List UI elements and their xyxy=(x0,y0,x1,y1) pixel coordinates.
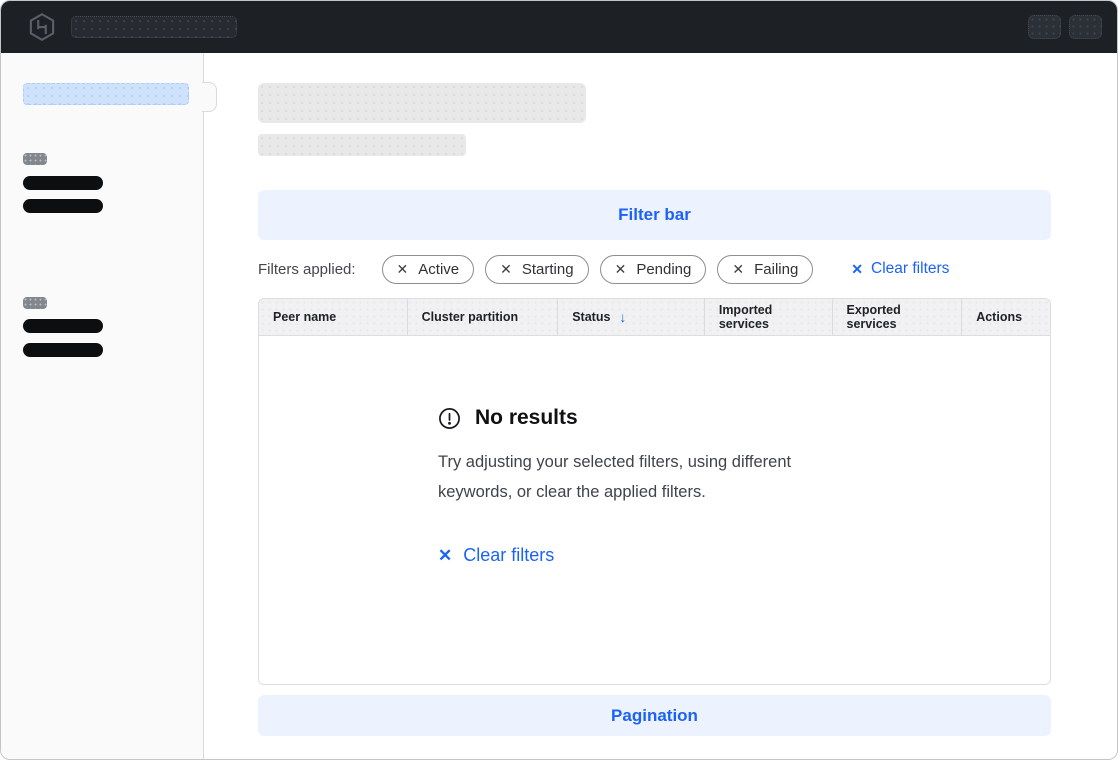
sort-descending-icon[interactable]: ↓ xyxy=(619,309,626,325)
page-title-skeleton xyxy=(258,83,586,123)
empty-state-description: Try adjusting your selected filters, usi… xyxy=(438,447,854,507)
sidebar-toggle-handle[interactable] xyxy=(202,82,217,112)
chip-dismiss-icon[interactable]: ✕ xyxy=(397,262,409,276)
main-content: Filter bar Filters applied: ✕ Active ✕ S… xyxy=(204,53,1117,759)
chip-dismiss-icon[interactable]: ✕ xyxy=(732,262,744,276)
sidebar xyxy=(1,53,204,759)
chip-label: Failing xyxy=(754,261,798,278)
filters-applied-label: Filters applied: xyxy=(258,261,356,278)
column-header-cluster-partition[interactable]: Cluster partition xyxy=(408,299,559,335)
clear-filters-icon: ✕ xyxy=(851,262,863,276)
clear-filters-label: Clear filters xyxy=(463,545,554,566)
chip-dismiss-icon[interactable]: ✕ xyxy=(500,262,512,276)
hashicorp-logo-icon xyxy=(27,12,57,42)
filter-chip-failing[interactable]: ✕ Failing xyxy=(717,255,813,284)
navbar-search-placeholder[interactable] xyxy=(71,16,237,38)
sidebar-section-label-skeleton xyxy=(23,153,47,165)
sidebar-selected-item[interactable] xyxy=(23,83,189,105)
column-header-imported-services[interactable]: Imported services xyxy=(705,299,833,335)
sidebar-nav-item-skeleton[interactable] xyxy=(23,199,103,213)
filter-bar-label: Filter bar xyxy=(618,205,691,225)
app-window: Filter bar Filters applied: ✕ Active ✕ S… xyxy=(0,0,1118,760)
filter-chip-starting[interactable]: ✕ Starting xyxy=(485,255,588,284)
filters-applied-row: Filters applied: ✕ Active ✕ Starting ✕ P… xyxy=(258,254,1051,284)
filter-chip-active[interactable]: ✕ Active xyxy=(382,255,475,284)
navbar-action-placeholder-2[interactable] xyxy=(1069,15,1102,39)
clear-filters-label: Clear filters xyxy=(871,260,949,278)
table-header-row: Peer name Cluster partition Status ↓ Imp… xyxy=(259,299,1050,336)
empty-state-title: No results xyxy=(475,406,578,430)
navbar-action-placeholder-1[interactable] xyxy=(1028,15,1061,39)
chip-label: Starting xyxy=(522,261,574,278)
empty-state-clear-filters-link[interactable]: ✕ Clear filters xyxy=(438,545,554,566)
sidebar-nav-item-skeleton[interactable] xyxy=(23,343,103,357)
clear-filters-icon: ✕ xyxy=(438,547,452,564)
column-header-actions: Actions xyxy=(962,299,1050,335)
column-header-peer-name[interactable]: Peer name xyxy=(259,299,408,335)
chip-label: Active xyxy=(418,261,459,278)
chip-label: Pending xyxy=(636,261,691,278)
pagination-label: Pagination xyxy=(611,706,698,726)
lower-area: Filter bar Filters applied: ✕ Active ✕ S… xyxy=(1,53,1117,759)
table-body-empty-state: No results Try adjusting your selected f… xyxy=(259,336,1050,684)
pagination-placeholder: Pagination xyxy=(258,695,1051,736)
sidebar-nav-item-skeleton[interactable] xyxy=(23,319,103,333)
filter-bar-placeholder: Filter bar xyxy=(258,190,1051,240)
column-header-exported-services[interactable]: Exported services xyxy=(833,299,963,335)
navbar-actions xyxy=(1028,15,1102,39)
chip-dismiss-icon[interactable]: ✕ xyxy=(615,262,627,276)
empty-state-header: No results xyxy=(438,406,1050,430)
sidebar-section-label-skeleton xyxy=(23,297,47,309)
top-navbar xyxy=(1,1,1117,53)
peers-table: Peer name Cluster partition Status ↓ Imp… xyxy=(258,298,1051,685)
column-header-status[interactable]: Status ↓ xyxy=(558,299,705,335)
alert-circle-icon xyxy=(438,407,461,430)
sidebar-nav-item-skeleton[interactable] xyxy=(23,176,103,190)
filter-chip-pending[interactable]: ✕ Pending xyxy=(600,255,707,284)
clear-filters-link[interactable]: ✕ Clear filters xyxy=(851,260,949,278)
page-subtitle-skeleton xyxy=(258,134,466,156)
